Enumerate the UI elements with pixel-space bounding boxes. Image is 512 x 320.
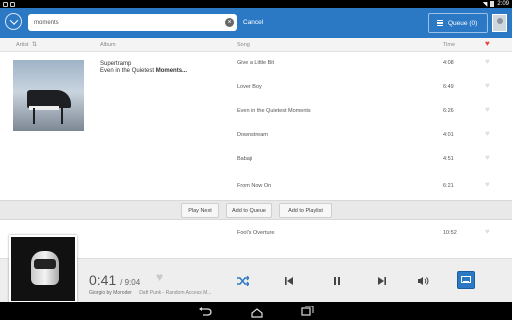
song-row[interactable]: Downstream 4:01 ♥: [0, 124, 512, 148]
shuffle-icon[interactable]: [236, 274, 250, 288]
col-album[interactable]: Album: [100, 42, 116, 48]
play-next-button[interactable]: Play Next: [181, 203, 219, 218]
heart-icon[interactable]: ♥: [485, 153, 490, 162]
heart-icon[interactable]: ♥: [156, 270, 163, 284]
now-playing-song: Giorgio by Moroder: [89, 290, 132, 296]
status-bar: ◥ 2:09: [0, 0, 512, 8]
navigation-bar: [0, 302, 512, 320]
status-time: 2:09: [497, 1, 509, 7]
sort-icon[interactable]: ⇅: [32, 41, 37, 48]
song-row[interactable]: Even in the Quietest Moments 6:26 ♥: [0, 100, 512, 124]
column-header: Artist ⇅ Album Song Time ♥: [0, 38, 512, 52]
song-row[interactable]: Give a Little Bit 4:08 ♥: [0, 52, 512, 76]
home-icon[interactable]: [250, 305, 263, 318]
search-box: ×: [28, 14, 237, 31]
next-icon[interactable]: [375, 274, 389, 288]
song-title: Babaji: [237, 156, 253, 162]
queue-icon: [437, 20, 443, 26]
app-bar: × Cancel Queue (0): [0, 8, 512, 38]
now-playing-album-art[interactable]: [9, 235, 77, 303]
add-to-queue-button[interactable]: Add to Queue: [226, 203, 272, 218]
volume-icon[interactable]: [416, 274, 430, 288]
app-logo-icon[interactable]: [5, 13, 22, 30]
previous-icon[interactable]: [282, 274, 296, 288]
song-title: Even in the Quietest Moments: [237, 108, 311, 114]
now-playing-screen-button[interactable]: [457, 271, 475, 289]
now-playing-info: Giorgio by Moroder Daft Punk - Random Ac…: [89, 290, 211, 296]
favorite-column-icon[interactable]: ♥: [485, 39, 490, 48]
col-song[interactable]: Song: [237, 42, 250, 48]
col-time[interactable]: Time: [443, 42, 455, 48]
now-playing-album: Daft Punk - Random Access M...: [139, 290, 212, 296]
heart-icon[interactable]: ♥: [485, 129, 490, 138]
clear-search-icon[interactable]: ×: [225, 18, 234, 27]
search-results: Supertramp Even in the Quietest Moments.…: [0, 52, 512, 200]
song-row[interactable]: Lover Boy 6:49 ♥: [0, 76, 512, 100]
photo-icon: [10, 1, 15, 7]
song-time: 4:08: [443, 60, 454, 66]
playback-time: 0:41 / 9:04: [89, 272, 141, 288]
song-time: 6:49: [443, 84, 454, 90]
song-row[interactable]: Babaji 4:51 ♥: [0, 148, 512, 172]
avatar[interactable]: [492, 14, 507, 32]
battery-icon: [490, 1, 495, 7]
search-input[interactable]: [34, 14, 214, 31]
song-row[interactable]: From Now On 6:21 ♥: [0, 175, 512, 199]
recent-apps-icon[interactable]: [300, 305, 314, 317]
heart-icon[interactable]: ♥: [485, 57, 490, 66]
song-title: Lover Boy: [237, 84, 262, 90]
song-time: 4:51: [443, 156, 454, 162]
now-playing-bar: 0:41 / 9:04 ♥ Giorgio by Moroder Daft Pu…: [0, 235, 512, 303]
song-title: Downstream: [237, 132, 268, 138]
heart-icon[interactable]: ♥: [485, 81, 490, 90]
song-time: 10:52: [443, 230, 457, 236]
song-time: 6:26: [443, 108, 454, 114]
queue-label: Queue (0): [448, 19, 478, 27]
wifi-icon: ◥: [482, 1, 488, 8]
song-time: 6:21: [443, 183, 454, 189]
cancel-button[interactable]: Cancel: [243, 19, 263, 26]
heart-icon[interactable]: ♥: [485, 105, 490, 114]
song-action-bar: Play Next Add to Queue Add to Playlist: [0, 200, 512, 220]
heart-icon[interactable]: ♥: [485, 180, 490, 189]
heart-icon[interactable]: ♥: [485, 227, 490, 236]
back-icon[interactable]: [198, 305, 212, 317]
elapsed-time: 0:41: [89, 272, 117, 288]
song-time: 4:01: [443, 132, 454, 138]
notification-icon: [3, 1, 8, 7]
song-title: Give a Little Bit: [237, 60, 274, 66]
song-title: From Now On: [237, 183, 272, 189]
total-time: 9:04: [124, 278, 141, 287]
queue-button[interactable]: Queue (0): [428, 13, 488, 33]
col-artist[interactable]: Artist: [16, 42, 29, 48]
pause-icon[interactable]: [330, 274, 344, 288]
add-to-playlist-button[interactable]: Add to Playlist: [279, 203, 332, 218]
screen-icon: [461, 276, 471, 283]
song-title: Fool's Overture: [237, 230, 275, 236]
